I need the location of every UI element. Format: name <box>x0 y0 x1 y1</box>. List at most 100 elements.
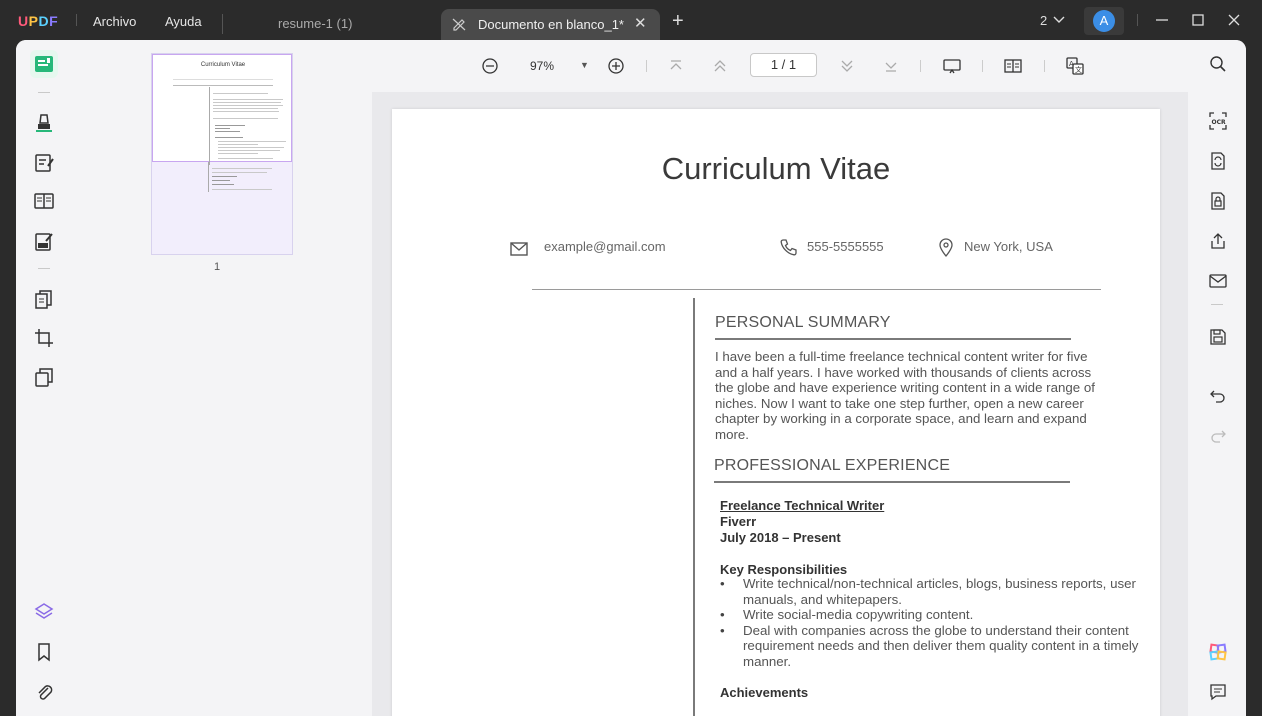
page-number-input[interactable]: 1 / 1 <box>750 53 817 77</box>
contact-phone: 555-5555555 <box>807 239 884 254</box>
convert-icon <box>1211 152 1225 170</box>
convert-pdf-button[interactable] <box>1204 147 1232 175</box>
thumb-line <box>215 128 230 129</box>
responsibilities-heading: Key Responsibilities <box>720 562 848 577</box>
divider <box>982 60 983 72</box>
thumb-line <box>215 137 243 138</box>
account-button[interactable]: A <box>1084 7 1124 35</box>
section-rule <box>714 481 1070 483</box>
divider <box>1211 304 1223 305</box>
thumb-line <box>215 131 240 132</box>
summary-heading: PERSONAL SUMMARY <box>715 314 891 331</box>
pdf-page[interactable]: Curriculum Vitae example@gmail.com 555-5… <box>392 109 1160 716</box>
tab-documento-en-blanco[interactable]: Documento en blanco_1* ✕ <box>441 9 660 40</box>
share-button[interactable] <box>1204 227 1232 255</box>
close-window-icon[interactable] <box>1224 10 1244 30</box>
previous-page-icon[interactable] <box>710 56 730 76</box>
left-toolbar <box>16 40 72 716</box>
contact-location: New York, USA <box>964 239 1053 254</box>
svg-text:A: A <box>1069 60 1074 68</box>
save-icon <box>1210 329 1226 345</box>
attachment-button[interactable] <box>30 678 58 706</box>
thumbnail-title: Curriculum Vitae <box>200 62 246 68</box>
zoom-level[interactable]: 97% <box>530 59 554 73</box>
divider <box>38 268 50 269</box>
list-item: Write technical/non-technical articles, … <box>720 576 1160 607</box>
tab-resume[interactable]: resume-1 (1) <box>278 16 352 31</box>
undo-button[interactable] <box>1204 381 1232 409</box>
form-edit-icon <box>35 233 53 251</box>
minimize-icon[interactable] <box>1152 10 1172 30</box>
protect-button[interactable] <box>1204 187 1232 215</box>
divider <box>1137 14 1138 26</box>
search-button[interactable] <box>1204 50 1232 78</box>
crop-button[interactable] <box>30 324 58 352</box>
thumb-line <box>212 180 230 181</box>
thumb-line <box>212 189 272 190</box>
search-icon <box>1210 56 1226 72</box>
edit-pdf-button[interactable] <box>30 149 58 177</box>
job-dates: July 2018 – Present <box>720 530 841 545</box>
menu-archivo[interactable]: Archivo <box>93 14 136 29</box>
thumb-line <box>212 184 234 185</box>
menu-ayuda[interactable]: Ayuda <box>165 14 202 29</box>
thumb-line <box>218 141 286 142</box>
divider <box>222 14 223 34</box>
last-page-icon[interactable] <box>881 56 901 76</box>
comments-panel-button[interactable] <box>1204 678 1232 706</box>
responsibilities-list: Write technical/non-technical articles, … <box>720 576 1160 670</box>
thumb-line <box>173 85 273 86</box>
list-item: Deal with companies across the globe to … <box>720 623 1160 670</box>
window-count[interactable]: 2 <box>1040 13 1047 28</box>
thumb-line <box>218 147 284 148</box>
presentation-icon[interactable] <box>942 56 962 76</box>
experience-heading: PROFESSIONAL EXPERIENCE <box>714 457 951 474</box>
main-area: Curriculum Vitae 1 97% ▼ 1 / 1 A 文 Curri… <box>16 40 1246 716</box>
thumb-line <box>173 79 273 80</box>
divider <box>1044 60 1045 72</box>
zoom-dropdown-icon[interactable]: ▼ <box>580 60 589 70</box>
new-tab-icon[interactable]: + <box>672 10 684 33</box>
fill-sign-button[interactable] <box>30 228 58 256</box>
ai-assistant-button[interactable] <box>1204 638 1232 666</box>
document-canvas[interactable]: 97% ▼ 1 / 1 A文 Curriculum Vitae example@… <box>372 40 1188 716</box>
close-tab-icon[interactable]: ✕ <box>634 14 647 32</box>
thumb-line <box>212 176 237 177</box>
email-button[interactable] <box>1204 267 1232 295</box>
thumb-line <box>218 144 258 145</box>
convert-button[interactable] <box>30 364 58 392</box>
ocr-button[interactable]: OCR <box>1204 107 1232 135</box>
section-rule <box>715 338 1071 340</box>
title-bar: UPDF Archivo Ayuda resume-1 (1) Document… <box>0 0 1262 44</box>
next-page-icon[interactable] <box>837 56 857 76</box>
list-item: Write social-media copywriting content. <box>720 607 1160 623</box>
page-tools-button[interactable] <box>30 286 58 314</box>
header-divider <box>532 289 1101 290</box>
first-page-icon[interactable] <box>666 56 686 76</box>
divider <box>76 14 77 26</box>
chevron-down-icon[interactable] <box>1052 12 1066 26</box>
thumb-line <box>218 150 280 151</box>
page-thumbnail[interactable]: Curriculum Vitae <box>151 53 293 255</box>
lock-file-icon <box>1211 192 1225 210</box>
book-icon <box>34 193 54 209</box>
page-layout-icon[interactable] <box>1003 56 1023 76</box>
redo-button[interactable] <box>1204 421 1232 449</box>
translate-icon[interactable]: A文 <box>1065 56 1085 76</box>
reader-mode-button[interactable] <box>30 50 58 78</box>
organize-button[interactable] <box>30 187 58 215</box>
bookmark-button[interactable] <box>30 638 58 666</box>
zoom-in-icon[interactable] <box>606 56 626 76</box>
achievements-heading: Achievements <box>720 685 809 700</box>
edit-off-icon <box>452 18 466 31</box>
thumb-line <box>209 87 210 165</box>
company-name: Fiverr <box>720 514 757 529</box>
zoom-out-icon[interactable] <box>480 56 500 76</box>
paperclip-icon <box>38 685 53 700</box>
save-button[interactable] <box>1204 323 1232 351</box>
maximize-icon[interactable] <box>1188 10 1208 30</box>
layers-button[interactable] <box>30 598 58 626</box>
layers-copy-icon <box>35 368 53 387</box>
mail-icon <box>510 242 528 256</box>
comment-button[interactable] <box>30 109 58 137</box>
